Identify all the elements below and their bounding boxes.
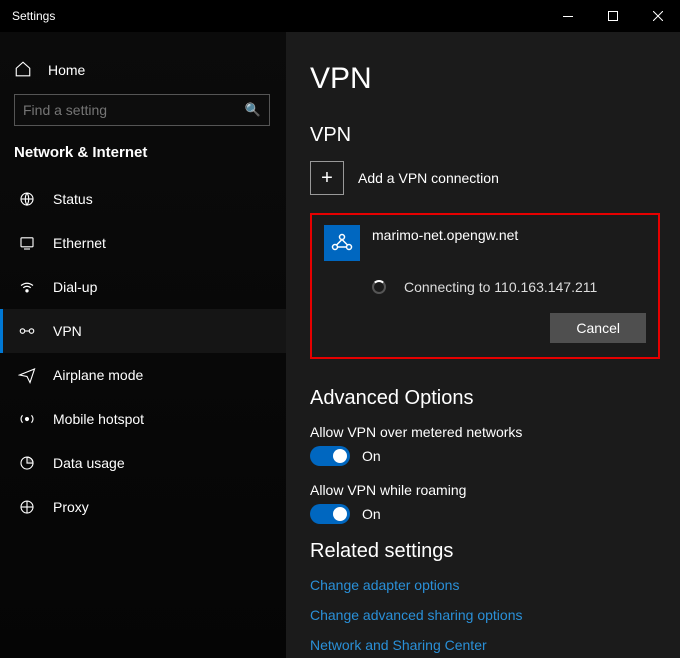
dialup-icon bbox=[17, 278, 37, 296]
airplane-icon bbox=[17, 366, 37, 384]
maximize-button[interactable] bbox=[590, 0, 635, 32]
add-vpn-row[interactable]: + Add a VPN connection bbox=[310, 161, 660, 195]
search-field[interactable] bbox=[23, 102, 245, 118]
sidebar-item-status[interactable]: Status bbox=[0, 177, 286, 221]
option-roaming: Allow VPN while roaming On bbox=[310, 482, 660, 524]
sidebar-item-proxy[interactable]: Proxy bbox=[0, 485, 286, 529]
cancel-button[interactable]: Cancel bbox=[550, 313, 646, 343]
sidebar-item-label: Status bbox=[53, 191, 93, 207]
spinner-icon bbox=[372, 280, 386, 294]
sidebar-item-label: VPN bbox=[53, 323, 82, 339]
sidebar-nav: Status Ethernet Dial-up VPN bbox=[0, 177, 286, 529]
sidebar-item-vpn[interactable]: VPN bbox=[0, 309, 286, 353]
advanced-options-heading: Advanced Options bbox=[310, 387, 660, 410]
ethernet-icon bbox=[17, 234, 37, 252]
window-title: Settings bbox=[12, 9, 55, 23]
sidebar-item-data-usage[interactable]: Data usage bbox=[0, 441, 286, 485]
sidebar-item-label: Airplane mode bbox=[53, 367, 143, 383]
option-label: Allow VPN over metered networks bbox=[310, 424, 660, 440]
sidebar-item-ethernet[interactable]: Ethernet bbox=[0, 221, 286, 265]
link-adapter-options[interactable]: Change adapter options bbox=[310, 577, 660, 593]
link-sharing-options[interactable]: Change advanced sharing options bbox=[310, 607, 660, 623]
status-icon bbox=[17, 190, 37, 208]
vpn-connection-card[interactable]: marimo-net.opengw.net Connecting to 110.… bbox=[310, 213, 660, 359]
proxy-icon bbox=[17, 498, 37, 516]
hotspot-icon bbox=[17, 410, 37, 428]
option-label: Allow VPN while roaming bbox=[310, 482, 660, 498]
data-usage-icon bbox=[17, 454, 37, 472]
link-network-center[interactable]: Network and Sharing Center bbox=[310, 637, 660, 653]
sidebar-item-hotspot[interactable]: Mobile hotspot bbox=[0, 397, 286, 441]
sidebar-category: Network & Internet bbox=[0, 140, 286, 177]
main-content: VPN VPN + Add a VPN connection marimo-ne… bbox=[286, 32, 680, 658]
toggle-state: On bbox=[362, 448, 381, 464]
related-settings-heading: Related settings bbox=[310, 540, 660, 563]
page-title: VPN bbox=[310, 62, 660, 96]
home-icon bbox=[14, 60, 34, 80]
sidebar-item-label: Data usage bbox=[53, 455, 125, 471]
add-vpn-label: Add a VPN connection bbox=[358, 170, 499, 186]
window-controls bbox=[545, 0, 680, 32]
vpn-connection-status: Connecting to 110.163.147.211 bbox=[404, 279, 597, 295]
search-input[interactable]: 🔍 bbox=[14, 94, 270, 126]
sidebar-item-dialup[interactable]: Dial-up bbox=[0, 265, 286, 309]
plus-icon: + bbox=[310, 161, 344, 195]
home-link[interactable]: Home bbox=[0, 52, 286, 94]
sidebar: Home 🔍 Network & Internet Status Etherne… bbox=[0, 32, 286, 658]
toggle-metered[interactable] bbox=[310, 446, 350, 466]
vpn-icon bbox=[17, 322, 37, 340]
option-metered: Allow VPN over metered networks On bbox=[310, 424, 660, 466]
sidebar-item-airplane[interactable]: Airplane mode bbox=[0, 353, 286, 397]
sidebar-item-label: Dial-up bbox=[53, 279, 97, 295]
sidebar-item-label: Ethernet bbox=[53, 235, 106, 251]
home-label: Home bbox=[48, 62, 85, 78]
toggle-state: On bbox=[362, 506, 381, 522]
related-links: Change adapter options Change advanced s… bbox=[310, 577, 660, 653]
vpn-connection-icon bbox=[324, 225, 360, 261]
vpn-connection-name: marimo-net.opengw.net bbox=[372, 227, 518, 243]
close-button[interactable] bbox=[635, 0, 680, 32]
title-bar: Settings bbox=[0, 0, 680, 32]
section-heading: VPN bbox=[310, 124, 660, 147]
minimize-button[interactable] bbox=[545, 0, 590, 32]
sidebar-item-label: Proxy bbox=[53, 499, 89, 515]
toggle-roaming[interactable] bbox=[310, 504, 350, 524]
search-icon: 🔍 bbox=[245, 102, 261, 118]
sidebar-item-label: Mobile hotspot bbox=[53, 411, 144, 427]
